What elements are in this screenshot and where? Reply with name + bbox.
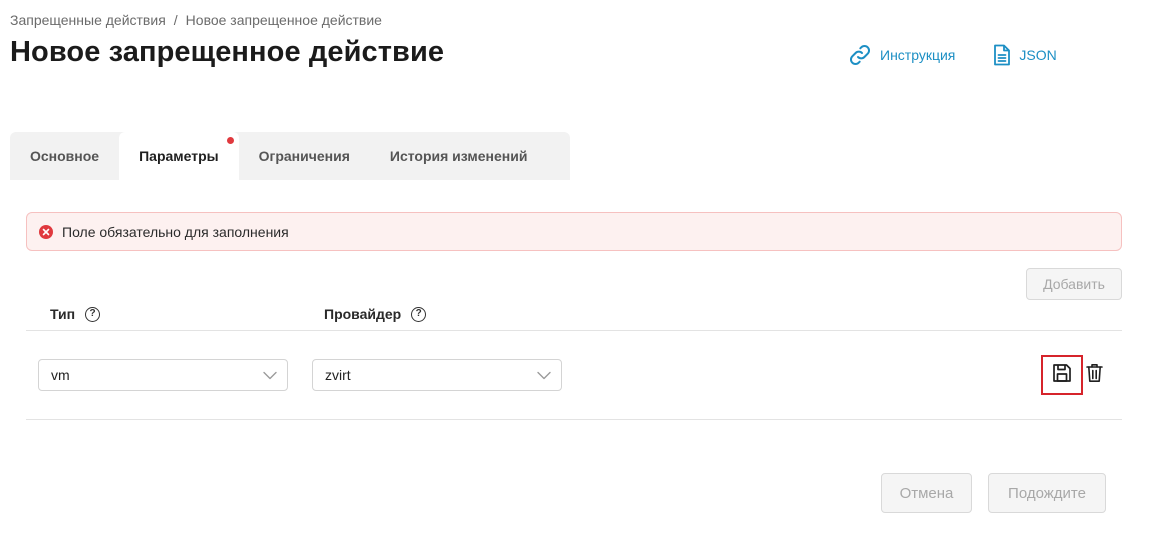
column-header-label: Провайдер	[324, 306, 402, 322]
tab-label: История изменений	[389, 148, 528, 164]
column-header-type: Тип ?	[50, 306, 101, 322]
error-x-icon	[39, 224, 53, 239]
breadcrumb-separator: /	[173, 12, 178, 28]
error-alert: Поле обязательно для заполнения	[26, 212, 1122, 251]
column-header-provider: Провайдер ?	[324, 306, 427, 322]
chevron-down-icon	[263, 367, 277, 383]
provider-select-value: zvirt	[325, 367, 351, 383]
floppy-disk-icon	[1052, 363, 1072, 388]
error-dot-indicator	[226, 137, 234, 144]
tab-label: Параметры	[139, 148, 219, 164]
tab-restrictions[interactable]: Ограничения	[239, 132, 370, 180]
tab-label: Основное	[30, 148, 100, 164]
document-icon	[993, 44, 1011, 66]
delete-row-button[interactable]	[1084, 363, 1104, 387]
save-row-button[interactable]	[1041, 355, 1083, 395]
instruction-link[interactable]: Инструкция	[848, 43, 955, 67]
instruction-link-label: Инструкция	[880, 47, 956, 63]
page-title: Новое запрещенное действие	[10, 36, 445, 68]
breadcrumb: Запрещенные действия / Новое запрещенное…	[10, 12, 382, 28]
type-select-value: vm	[51, 367, 70, 383]
chevron-down-icon	[537, 367, 551, 383]
header-links: Инструкция JSON	[848, 43, 1057, 67]
breadcrumb-current: Новое запрещенное действие	[185, 12, 382, 28]
provider-select[interactable]: zvirt	[312, 359, 562, 391]
type-select[interactable]: vm	[38, 359, 288, 391]
tab-label: Ограничения	[258, 148, 350, 164]
trash-icon	[1085, 363, 1103, 388]
help-icon[interactable]: ?	[85, 306, 101, 322]
help-icon[interactable]: ?	[411, 306, 427, 322]
error-alert-message: Поле обязательно для заполнения	[62, 223, 289, 240]
tab-change-history[interactable]: История изменений	[370, 132, 548, 180]
add-button[interactable]: Добавить	[1026, 268, 1122, 300]
divider	[26, 330, 1122, 331]
tab-main[interactable]: Основное	[10, 132, 119, 180]
tab-parameters[interactable]: Параметры	[119, 132, 239, 180]
divider	[26, 419, 1122, 420]
tab-bar: Основное Параметры Ограничения История и…	[10, 132, 570, 180]
json-link-label: JSON	[1019, 47, 1057, 63]
wait-submit-button[interactable]: Подождите	[988, 473, 1106, 513]
cancel-button[interactable]: Отмена	[881, 473, 972, 513]
breadcrumb-parent-link[interactable]: Запрещенные действия	[10, 12, 166, 28]
column-header-label: Тип	[50, 306, 76, 322]
link-icon	[848, 43, 872, 67]
json-link[interactable]: JSON	[993, 44, 1057, 66]
